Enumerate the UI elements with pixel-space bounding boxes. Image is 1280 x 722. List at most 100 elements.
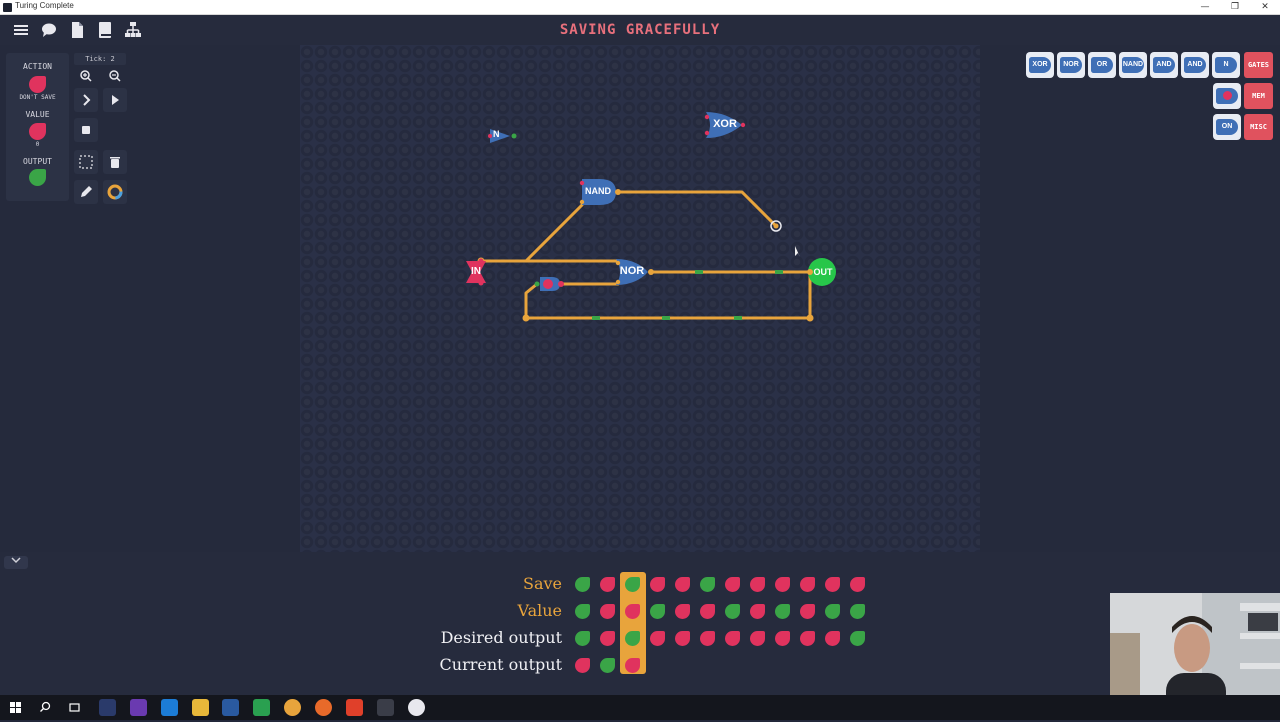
table-cell (675, 631, 690, 646)
table-cell (750, 604, 765, 619)
xor-gate-label: XOR (713, 118, 737, 130)
palette-gate-label: NAND (1122, 57, 1144, 73)
maximize-button[interactable]: ❐ (1220, 0, 1250, 15)
palette-gate-and-5[interactable]: AND (1181, 52, 1209, 78)
table-cell (575, 604, 590, 619)
turing-complete-taskbar-icon[interactable] (99, 699, 116, 716)
table-cell (575, 658, 590, 673)
nor-gate-label: NOR (619, 265, 645, 277)
table-cell (850, 631, 865, 646)
palette-gate-label: OR (1091, 57, 1113, 73)
table-cell (800, 577, 815, 592)
table-cell (600, 577, 615, 592)
palette-gate-and-4[interactable]: AND (1150, 52, 1178, 78)
file-explorer-icon[interactable] (192, 699, 209, 716)
action-input-toggle[interactable] (29, 76, 46, 93)
gates-category-button[interactable]: GATES (1244, 52, 1273, 78)
zoom-in-button[interactable] (74, 64, 98, 88)
firefox-icon[interactable] (315, 699, 332, 716)
minimize-button[interactable]: — (1190, 0, 1220, 15)
table-cell (625, 604, 640, 619)
misc-category-button[interactable]: MISC (1244, 114, 1273, 140)
level-title: SAVING GRACEFULLY (559, 22, 721, 38)
table-cell (725, 577, 740, 592)
chrome-icon[interactable] (284, 699, 301, 716)
palette-gate-label: AND (1153, 57, 1175, 73)
table-cell (600, 631, 615, 646)
table-cell (600, 604, 615, 619)
table-cell (725, 631, 740, 646)
value-state-label: 0 (35, 141, 40, 148)
clock-app-icon[interactable] (408, 699, 425, 716)
table-row-label: Desired output (440, 628, 562, 647)
table-cell (650, 577, 665, 592)
table-cell (625, 658, 640, 673)
table-cell (825, 604, 840, 619)
play-button[interactable] (103, 88, 127, 112)
windows-taskbar (0, 695, 1280, 720)
download-app-icon[interactable] (222, 699, 239, 716)
table-cell (825, 631, 840, 646)
table-row-label: Value (517, 601, 562, 620)
pencil-tool-button[interactable] (74, 180, 98, 204)
table-cell (625, 577, 640, 592)
circuit-canvas[interactable]: N XOR NAND NOR IN OUT (300, 45, 980, 552)
palette-gate-or-2[interactable]: OR (1088, 52, 1116, 78)
table-cell (775, 631, 790, 646)
stop-button[interactable] (74, 118, 98, 142)
output-label: OUTPUT (23, 157, 52, 166)
visual-studio-icon[interactable] (130, 699, 147, 716)
pycharm-icon[interactable] (253, 699, 270, 716)
table-cell (625, 631, 640, 646)
palette-misc-chip[interactable]: ON (1213, 114, 1241, 140)
step-button[interactable] (74, 88, 98, 112)
table-cell (800, 604, 815, 619)
table-cell (600, 658, 615, 673)
task-view-icon[interactable] (66, 699, 83, 716)
input-pin-label: IN (471, 266, 481, 277)
table-cell (750, 577, 765, 592)
table-cell (650, 604, 665, 619)
table-cell (575, 577, 590, 592)
wire-nand-out (616, 190, 778, 228)
table-cell (775, 577, 790, 592)
action-state-label: DON'T SAVE (19, 94, 56, 101)
start-icon[interactable] (7, 699, 24, 716)
not-gate-label: N (493, 129, 500, 139)
table-cell (850, 604, 865, 619)
mem-category-button[interactable]: MEM (1244, 83, 1273, 109)
table-cell (850, 577, 865, 592)
color-picker-button[interactable] (103, 180, 127, 204)
palette-gate-label: N (1215, 57, 1237, 73)
table-cell (775, 604, 790, 619)
wires (479, 190, 812, 320)
delete-button[interactable] (103, 150, 127, 174)
value-input-toggle[interactable] (29, 123, 46, 140)
wire-out-loop (524, 270, 812, 320)
close-button[interactable]: ✕ (1250, 0, 1280, 15)
palette-gate-xor-0[interactable]: XOR (1026, 52, 1054, 78)
zoom-out-button[interactable] (103, 64, 127, 88)
app-icon (3, 3, 12, 12)
palette-gate-n-6[interactable]: N (1212, 52, 1240, 78)
palette-mem-chip[interactable] (1213, 83, 1241, 109)
action-label: ACTION (23, 62, 52, 71)
table-cell (825, 577, 840, 592)
palette-gate-nand-3[interactable]: NAND (1119, 52, 1147, 78)
palette-gate-nor-1[interactable]: NOR (1057, 52, 1085, 78)
palette-gate-label: AND (1184, 57, 1206, 73)
brave-icon[interactable] (346, 699, 363, 716)
select-tool-button[interactable] (74, 150, 98, 174)
table-cell (700, 604, 715, 619)
feedback-buffer (534, 277, 564, 291)
window-title: Turing Complete (15, 1, 74, 10)
table-cell (675, 604, 690, 619)
palette-misc-chip-label: ON (1216, 119, 1238, 135)
search-icon[interactable] (37, 699, 54, 716)
terminal-icon[interactable] (377, 699, 394, 716)
window-titlebar: Turing Complete — ❐ ✕ (0, 0, 1280, 15)
collapse-panel-button[interactable] (4, 556, 28, 569)
value-label: VALUE (25, 110, 50, 119)
table-row-label: Save (522, 574, 562, 593)
vscode-icon[interactable] (161, 699, 178, 716)
